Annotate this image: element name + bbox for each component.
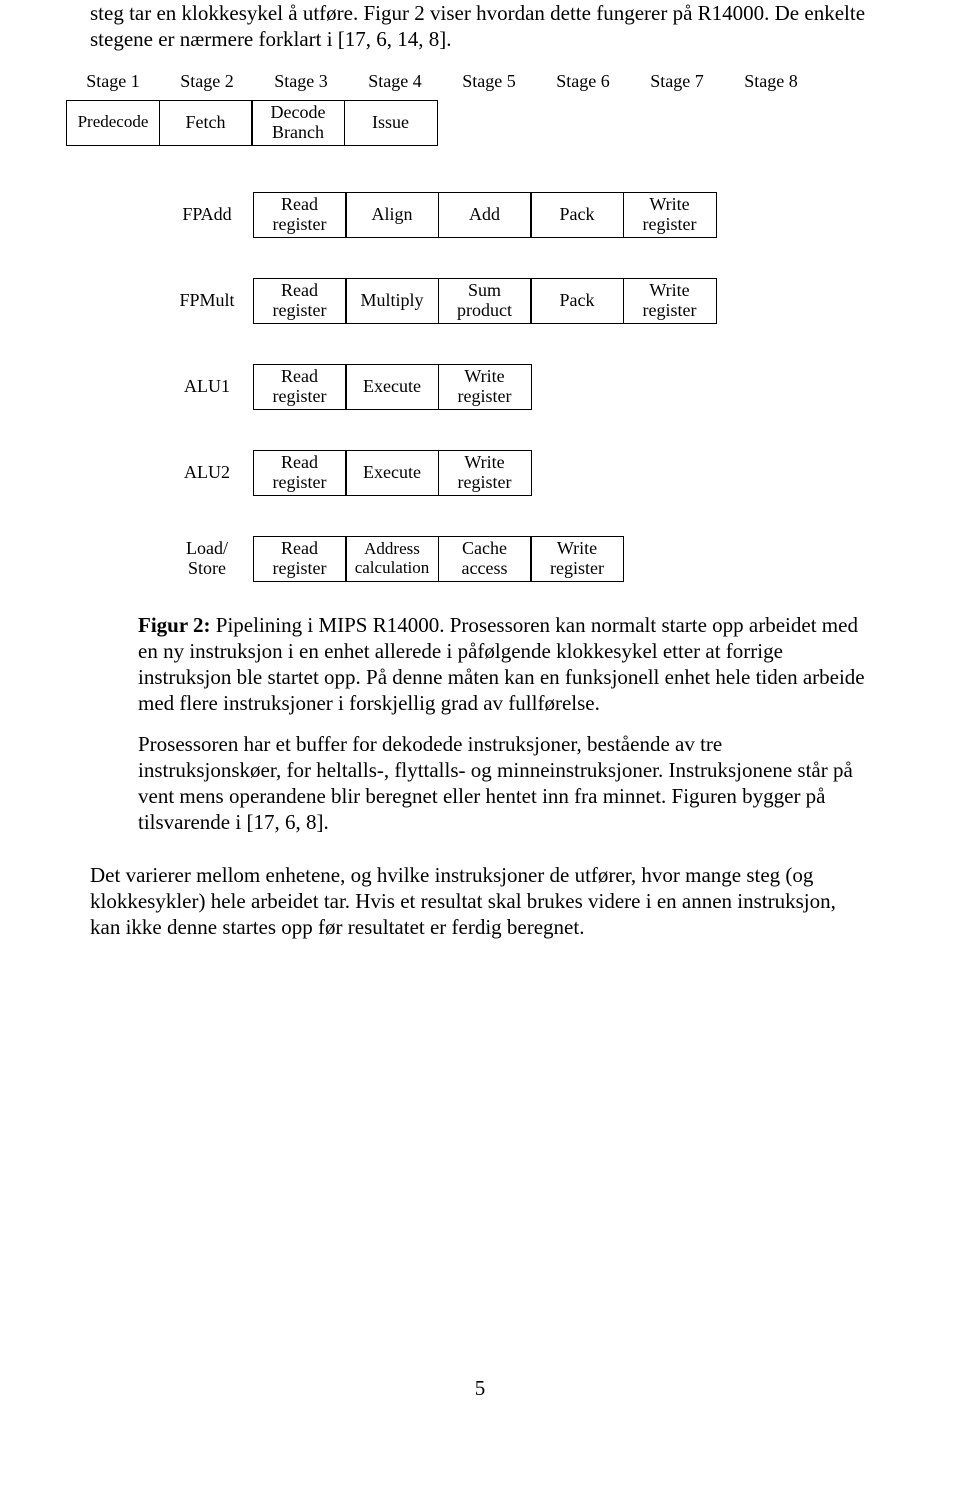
cell: Write register <box>438 364 532 410</box>
intro-paragraph: steg tar en klokkesykel å utføre. Figur … <box>90 0 870 53</box>
cell-text: register <box>273 215 327 235</box>
cell-text: register <box>643 215 697 235</box>
cell: Multiply <box>345 278 439 324</box>
cell-text: register <box>273 473 327 493</box>
cell: Align <box>345 192 439 238</box>
caption-text-1: Pipelining i MIPS R14000. Prosessoren ka… <box>138 613 865 716</box>
decode-row: Predecode Fetch Decode Branch Issue <box>66 100 876 146</box>
unit-label-alu1: ALU1 <box>160 364 254 410</box>
stage-label: Stage 7 <box>630 71 724 92</box>
cell-text: Store <box>188 559 226 579</box>
cell-text: Cache <box>462 539 507 559</box>
cell: Write register <box>530 536 624 582</box>
stage-label: Stage 8 <box>724 71 818 92</box>
cell: Pack <box>530 192 624 238</box>
cell-text: Read <box>281 453 318 473</box>
cell-text: Read <box>281 539 318 559</box>
cell-text: Address <box>364 540 420 559</box>
cell-text: product <box>457 301 512 321</box>
cell: Read register <box>253 192 347 238</box>
cell-text: register <box>458 473 512 493</box>
cell: Add <box>438 192 532 238</box>
cell-text: register <box>643 301 697 321</box>
cell: Sum product <box>438 278 532 324</box>
cell: Cache access <box>438 536 532 582</box>
cell-text: calculation <box>355 559 430 578</box>
cell: Write register <box>623 278 717 324</box>
stage-label: Stage 1 <box>66 71 160 92</box>
cell: Execute <box>345 364 439 410</box>
figure-label: Figur 2: <box>138 613 211 637</box>
pipeline-diagram: Stage 1 Stage 2 Stage 3 Stage 4 Stage 5 … <box>56 71 876 582</box>
cell-text: Write <box>464 453 504 473</box>
cell-decode-branch: Decode Branch <box>251 100 345 146</box>
cell-text: Write <box>464 367 504 387</box>
cell-text: Write <box>649 195 689 215</box>
stage-label: Stage 5 <box>442 71 536 92</box>
cell-fetch: Fetch <box>159 100 253 146</box>
stage-header-row: Stage 1 Stage 2 Stage 3 Stage 4 Stage 5 … <box>66 71 876 92</box>
cell: Address calculation <box>345 536 439 582</box>
fpmult-row: FPMult Read register Multiply Sum produc… <box>66 278 876 324</box>
unit-label-fpadd: FPAdd <box>160 192 254 238</box>
caption-text-2: Prosessoren har et buffer for dekodede i… <box>138 731 870 836</box>
alu2-row: ALU2 Read register Execute Write registe… <box>66 450 876 496</box>
cell: Execute <box>345 450 439 496</box>
cell: Read register <box>253 278 347 324</box>
page-number: 5 <box>0 1376 960 1401</box>
cell-predecode: Predecode <box>66 100 160 146</box>
cell: Pack <box>530 278 624 324</box>
cell-text: Write <box>557 539 597 559</box>
stage-label: Stage 6 <box>536 71 630 92</box>
cell: Read register <box>253 450 347 496</box>
cell-text: access <box>462 559 508 579</box>
cell-text: Write <box>649 281 689 301</box>
cell: Read register <box>253 536 347 582</box>
figure-caption: Figur 2: Pipelining i MIPS R14000. Prose… <box>138 612 870 836</box>
unit-label-fpmult: FPMult <box>160 278 254 324</box>
cell-text: register <box>458 387 512 407</box>
unit-label-loadstore: Load/ Store <box>160 536 254 582</box>
cell-text: Branch <box>272 123 324 143</box>
unit-label-alu2: ALU2 <box>160 450 254 496</box>
cell-text: Load/ <box>186 539 228 559</box>
alu1-row: ALU1 Read register Execute Write registe… <box>66 364 876 410</box>
cell-text: Read <box>281 367 318 387</box>
stage-label: Stage 2 <box>160 71 254 92</box>
cell-issue: Issue <box>344 100 438 146</box>
cell-text: Read <box>281 281 318 301</box>
cell-text: Decode <box>271 103 326 123</box>
loadstore-row: Load/ Store Read register Address calcul… <box>66 536 876 582</box>
cell-text: register <box>550 559 604 579</box>
cell: Write register <box>623 192 717 238</box>
cell-text: Read <box>281 195 318 215</box>
cell-text: Sum <box>468 281 501 301</box>
cell-text: register <box>273 559 327 579</box>
outro-paragraph: Det varierer mellom enhetene, og hvilke … <box>90 862 870 941</box>
cell-text: register <box>273 301 327 321</box>
cell-text: register <box>273 387 327 407</box>
stage-label: Stage 4 <box>348 71 442 92</box>
fpadd-row: FPAdd Read register Align Add Pack Write… <box>66 192 876 238</box>
stage-label: Stage 3 <box>254 71 348 92</box>
cell: Read register <box>253 364 347 410</box>
cell: Write register <box>438 450 532 496</box>
